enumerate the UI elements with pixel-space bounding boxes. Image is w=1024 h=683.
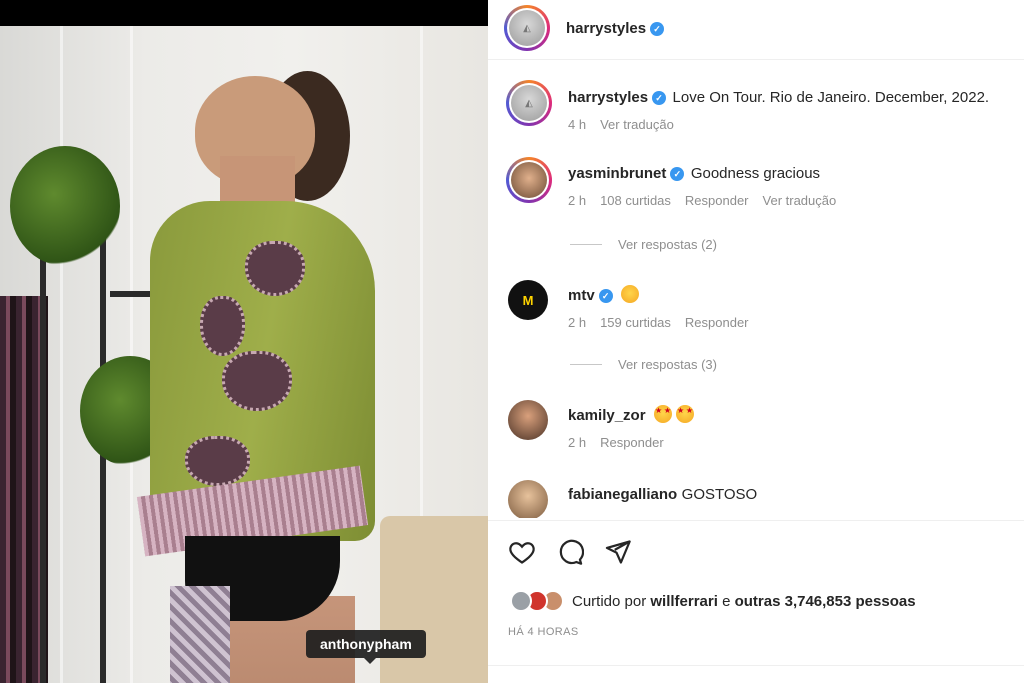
liker-username[interactable]: willferrari xyxy=(650,593,718,610)
curtain-fold xyxy=(130,26,133,683)
caption-username[interactable]: harrystyles xyxy=(568,89,648,106)
view-replies-label: Ver respostas (3) xyxy=(618,357,717,372)
heart-patch xyxy=(245,241,305,296)
divider xyxy=(488,665,1024,666)
comment-avatar[interactable] xyxy=(508,480,548,518)
profile-picture xyxy=(508,400,548,440)
post-photo[interactable]: anthonypham xyxy=(0,0,488,683)
view-replies[interactable]: Ver respostas (2) xyxy=(570,237,717,252)
post-header: ◭ harrystyles ✓ xyxy=(488,0,1024,60)
caption-time: 4 h xyxy=(568,117,587,132)
verified-badge-icon: ✓ xyxy=(598,289,613,303)
profile-picture: ◭ xyxy=(509,10,545,46)
comment-avatar[interactable] xyxy=(508,400,548,440)
view-replies-label: Ver respostas (2) xyxy=(618,237,717,252)
reply-button[interactable]: Responder xyxy=(685,193,749,208)
shelf-post xyxy=(40,196,46,683)
photo-scene xyxy=(0,26,488,683)
comment-text: Goodness gracious xyxy=(690,165,821,182)
liked-by-prefix: Curtido por xyxy=(572,592,647,610)
header-username[interactable]: harrystyles xyxy=(566,20,646,37)
comment-time: 2 h xyxy=(568,315,587,330)
comment-text: GOSTOSO xyxy=(681,486,758,503)
profile-picture: ◭ xyxy=(511,85,547,121)
comment-likes[interactable]: 108 curtidas xyxy=(600,193,671,208)
comment-username[interactable]: fabianegalliano xyxy=(568,486,677,503)
star-struck-icon xyxy=(654,405,672,423)
comment-avatar[interactable] xyxy=(506,157,552,203)
post-time[interactable]: HÁ 4 HORAS xyxy=(508,626,579,638)
share-icon[interactable] xyxy=(604,538,632,566)
comment-time: 2 h xyxy=(568,435,587,450)
divider xyxy=(488,520,1024,521)
heart-patch xyxy=(222,351,292,411)
curtain-fold xyxy=(60,26,63,683)
heart-patch xyxy=(200,296,245,356)
user-tag[interactable]: anthonypham xyxy=(306,630,426,664)
verified-badge-icon: ✓ xyxy=(650,22,665,36)
mtv-logo: M xyxy=(508,280,548,320)
view-replies[interactable]: Ver respostas (3) xyxy=(570,357,717,372)
comment-username[interactable]: mtv xyxy=(568,287,595,304)
replies-line xyxy=(570,364,602,365)
header-avatar[interactable]: ◭ xyxy=(504,5,550,51)
sequin-pants xyxy=(170,586,230,683)
comment-icon[interactable] xyxy=(556,538,584,566)
likes-text: Curtido por willferrari e outras 3,746,8… xyxy=(572,593,916,610)
heart-icon[interactable] xyxy=(508,538,536,566)
comment-username[interactable]: kamily_zor xyxy=(568,407,646,424)
comment-avatar[interactable]: M xyxy=(508,280,548,320)
post-panel: ◭ harrystyles ✓ ◭ harrystyles ✓ Love On To… xyxy=(488,0,1024,683)
liked-by-connector: e xyxy=(722,592,731,610)
caption-avatar[interactable]: ◭ xyxy=(506,80,552,126)
reply-button[interactable]: Responder xyxy=(685,315,749,330)
liker-avatar[interactable] xyxy=(510,590,532,612)
profile-picture xyxy=(508,480,548,518)
comment-row: fabianegalliano GOSTOSO xyxy=(488,480,1024,518)
replies-line xyxy=(570,244,602,245)
comment-time: 2 h xyxy=(568,193,587,208)
star-struck-icon xyxy=(676,405,694,423)
heart-patch xyxy=(185,436,250,486)
translate-link[interactable]: Ver tradução xyxy=(600,117,674,132)
likes-others[interactable]: outras 3,746,853 pessoas xyxy=(735,593,916,610)
comment-username[interactable]: yasminbrunet xyxy=(568,165,666,182)
smiling-face-icon xyxy=(621,285,640,303)
verified-badge-icon: ✓ xyxy=(652,91,667,105)
profile-picture xyxy=(511,162,547,198)
caption-text: Love On Tour. Rio de Janeiro. December, … xyxy=(672,89,990,106)
reply-button[interactable]: Responder xyxy=(600,435,664,450)
translate-link[interactable]: Ver tradução xyxy=(763,193,837,208)
comment-likes[interactable]: 159 curtidas xyxy=(600,315,671,330)
hanging-plant xyxy=(10,146,120,266)
verified-badge-icon: ✓ xyxy=(670,167,685,181)
action-bar xyxy=(508,538,632,566)
likes-summary: Curtido por willferrari e outras 3,746,8… xyxy=(510,590,916,612)
